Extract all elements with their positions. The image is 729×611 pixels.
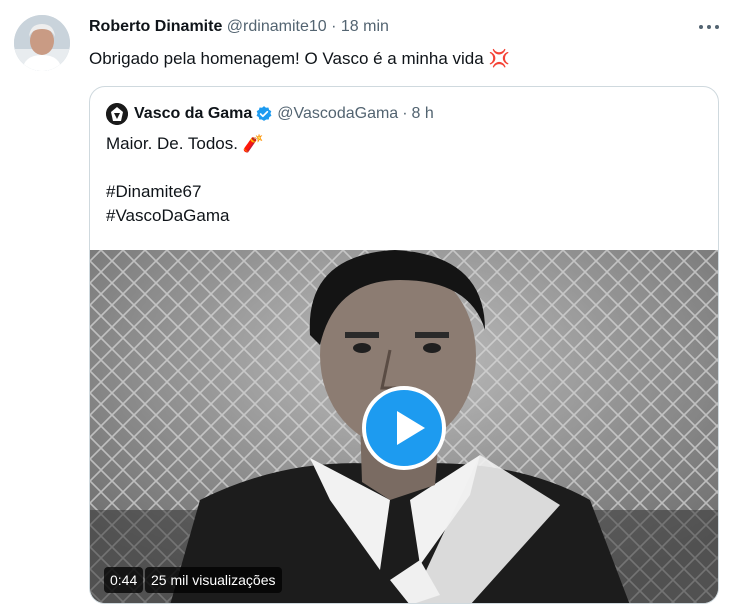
tweet-body: Obrigado pela homenagem! O Vasco é a min… — [89, 49, 484, 68]
quoted-handle[interactable]: @VascodaGama — [277, 103, 398, 125]
quoted-separator: · — [402, 105, 408, 122]
play-icon[interactable] — [362, 386, 446, 470]
quoted-time[interactable]: 8 h — [412, 103, 434, 125]
anger-emoji: 💢 — [488, 49, 510, 68]
video-views: 25 mil visualizações — [145, 567, 282, 593]
tweet-text: Obrigado pela homenagem! O Vasco é a min… — [89, 47, 510, 71]
more-icon[interactable] — [697, 18, 721, 36]
author-name[interactable]: Roberto Dinamite — [89, 18, 222, 35]
tweet-time[interactable]: 18 min — [341, 18, 389, 35]
quoted-tweet[interactable]: Vasco da Gama @VascodaGama · 8 h Maior. … — [89, 86, 719, 604]
quoted-avatar[interactable] — [106, 103, 128, 125]
quoted-author-name[interactable]: Vasco da Gama — [134, 103, 252, 125]
quoted-header: Vasco da Gama @VascodaGama · 8 h — [106, 103, 434, 125]
verified-icon — [256, 106, 272, 121]
author-handle[interactable]: @rdinamite10 — [227, 18, 327, 35]
separator-dot: · — [331, 18, 337, 35]
tweet-header: Roberto Dinamite @rdinamite10 · 18 min — [89, 17, 389, 39]
tweet[interactable]: Roberto Dinamite @rdinamite10 · 18 min O… — [0, 0, 729, 611]
quoted-text: Maior. De. Todos. 🧨 #Dinamite67 #VascoDa… — [106, 134, 264, 225]
avatar[interactable] — [14, 15, 70, 71]
video-duration: 0:44 — [104, 567, 144, 593]
video-player[interactable]: 0:44 25 mil visualizações — [90, 250, 718, 603]
